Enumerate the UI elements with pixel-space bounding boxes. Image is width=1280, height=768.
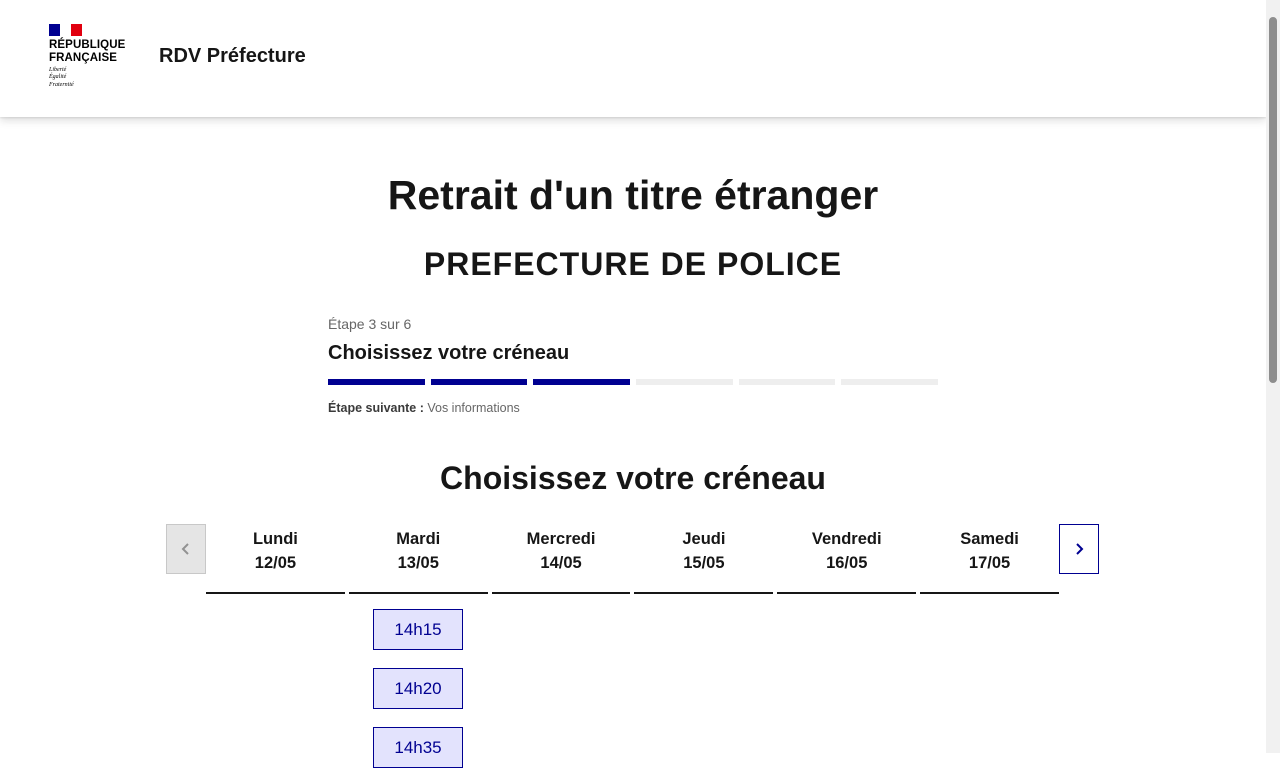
french-flag-icon (49, 24, 82, 36)
stepper-next-label: Étape suivante : (328, 401, 424, 415)
calendar-section-title: Choisissez votre créneau (440, 460, 826, 496)
site-header: RÉPUBLIQUE FRANÇAISE Liberté Égalité Fra… (0, 0, 1266, 117)
day-date: 17/05 (968, 554, 1011, 572)
stepper-bar-2 (430, 379, 528, 385)
day-date: 12/05 (254, 554, 297, 572)
day-date: 13/05 (397, 554, 439, 572)
time-slot-button[interactable]: 14h35 (373, 727, 463, 768)
stepper: Étape 3 sur 6 Choisissez votre créneau É… (328, 316, 939, 415)
time-slot-button[interactable]: 14h20 (373, 668, 463, 709)
stepper-bar-3 (533, 379, 631, 385)
stepper-next-step: Étape suivante : Vos informations (328, 401, 938, 415)
day-column-lundi: Lundi 12/05 (206, 524, 345, 594)
chevron-right-icon (1076, 543, 1084, 555)
day-name: Lundi (252, 530, 298, 548)
site-title[interactable]: RDV Préfecture (159, 45, 306, 68)
logo-motto: Liberté Égalité Fraternité (49, 67, 74, 88)
day-name: Vendredi (811, 530, 882, 548)
day-column-jeudi: Jeudi 15/05 (634, 524, 774, 594)
day-column-mercredi: Mercredi 14/05 (491, 524, 631, 594)
scrollbar-thumb[interactable] (1269, 17, 1277, 383)
stepper-next-value: Vos informations (427, 401, 520, 415)
next-week-button[interactable] (1059, 524, 1099, 574)
stepper-bar-5 (738, 379, 836, 385)
stepper-state: Étape 3 sur 6 (328, 316, 412, 332)
day-column-samedi: Samedi 17/05 (920, 524, 1059, 594)
day-date: 16/05 (826, 554, 868, 572)
logo-text: RÉPUBLIQUE FRANÇAISE (49, 39, 126, 64)
stepper-bar-4 (636, 379, 733, 385)
day-name: Mercredi (526, 530, 596, 548)
day-column-vendredi: Vendredi 16/05 (777, 524, 917, 594)
day-date: 14/05 (540, 554, 582, 572)
page-scrollbar[interactable] (1266, 0, 1280, 753)
stepper-progress (328, 379, 939, 385)
previous-week-button[interactable] (166, 524, 206, 574)
page-title: Retrait d'un titre étranger (387, 172, 879, 218)
time-slots-mardi: 14h15 14h20 14h35 (373, 609, 463, 768)
day-name: Samedi (960, 530, 1019, 548)
chevron-left-icon (181, 543, 189, 555)
stepper-title: Choisissez votre créneau (328, 342, 570, 364)
day-name: Jeudi (682, 530, 726, 548)
stepper-bar-6 (841, 379, 939, 385)
page-subtitle: PREFECTURE DE POLICE (423, 246, 843, 282)
republique-francaise-logo[interactable]: RÉPUBLIQUE FRANÇAISE Liberté Égalité Fra… (49, 24, 129, 94)
day-date: 15/05 (683, 554, 725, 572)
day-name: Mardi (396, 530, 441, 548)
stepper-bar-1 (328, 379, 425, 385)
calendar-days: Lundi 12/05 Mardi 13/05 Mercredi 14/05 J… (206, 524, 1059, 594)
time-slot-button[interactable]: 14h15 (373, 609, 463, 650)
day-column-mardi: Mardi 13/05 (348, 524, 488, 594)
